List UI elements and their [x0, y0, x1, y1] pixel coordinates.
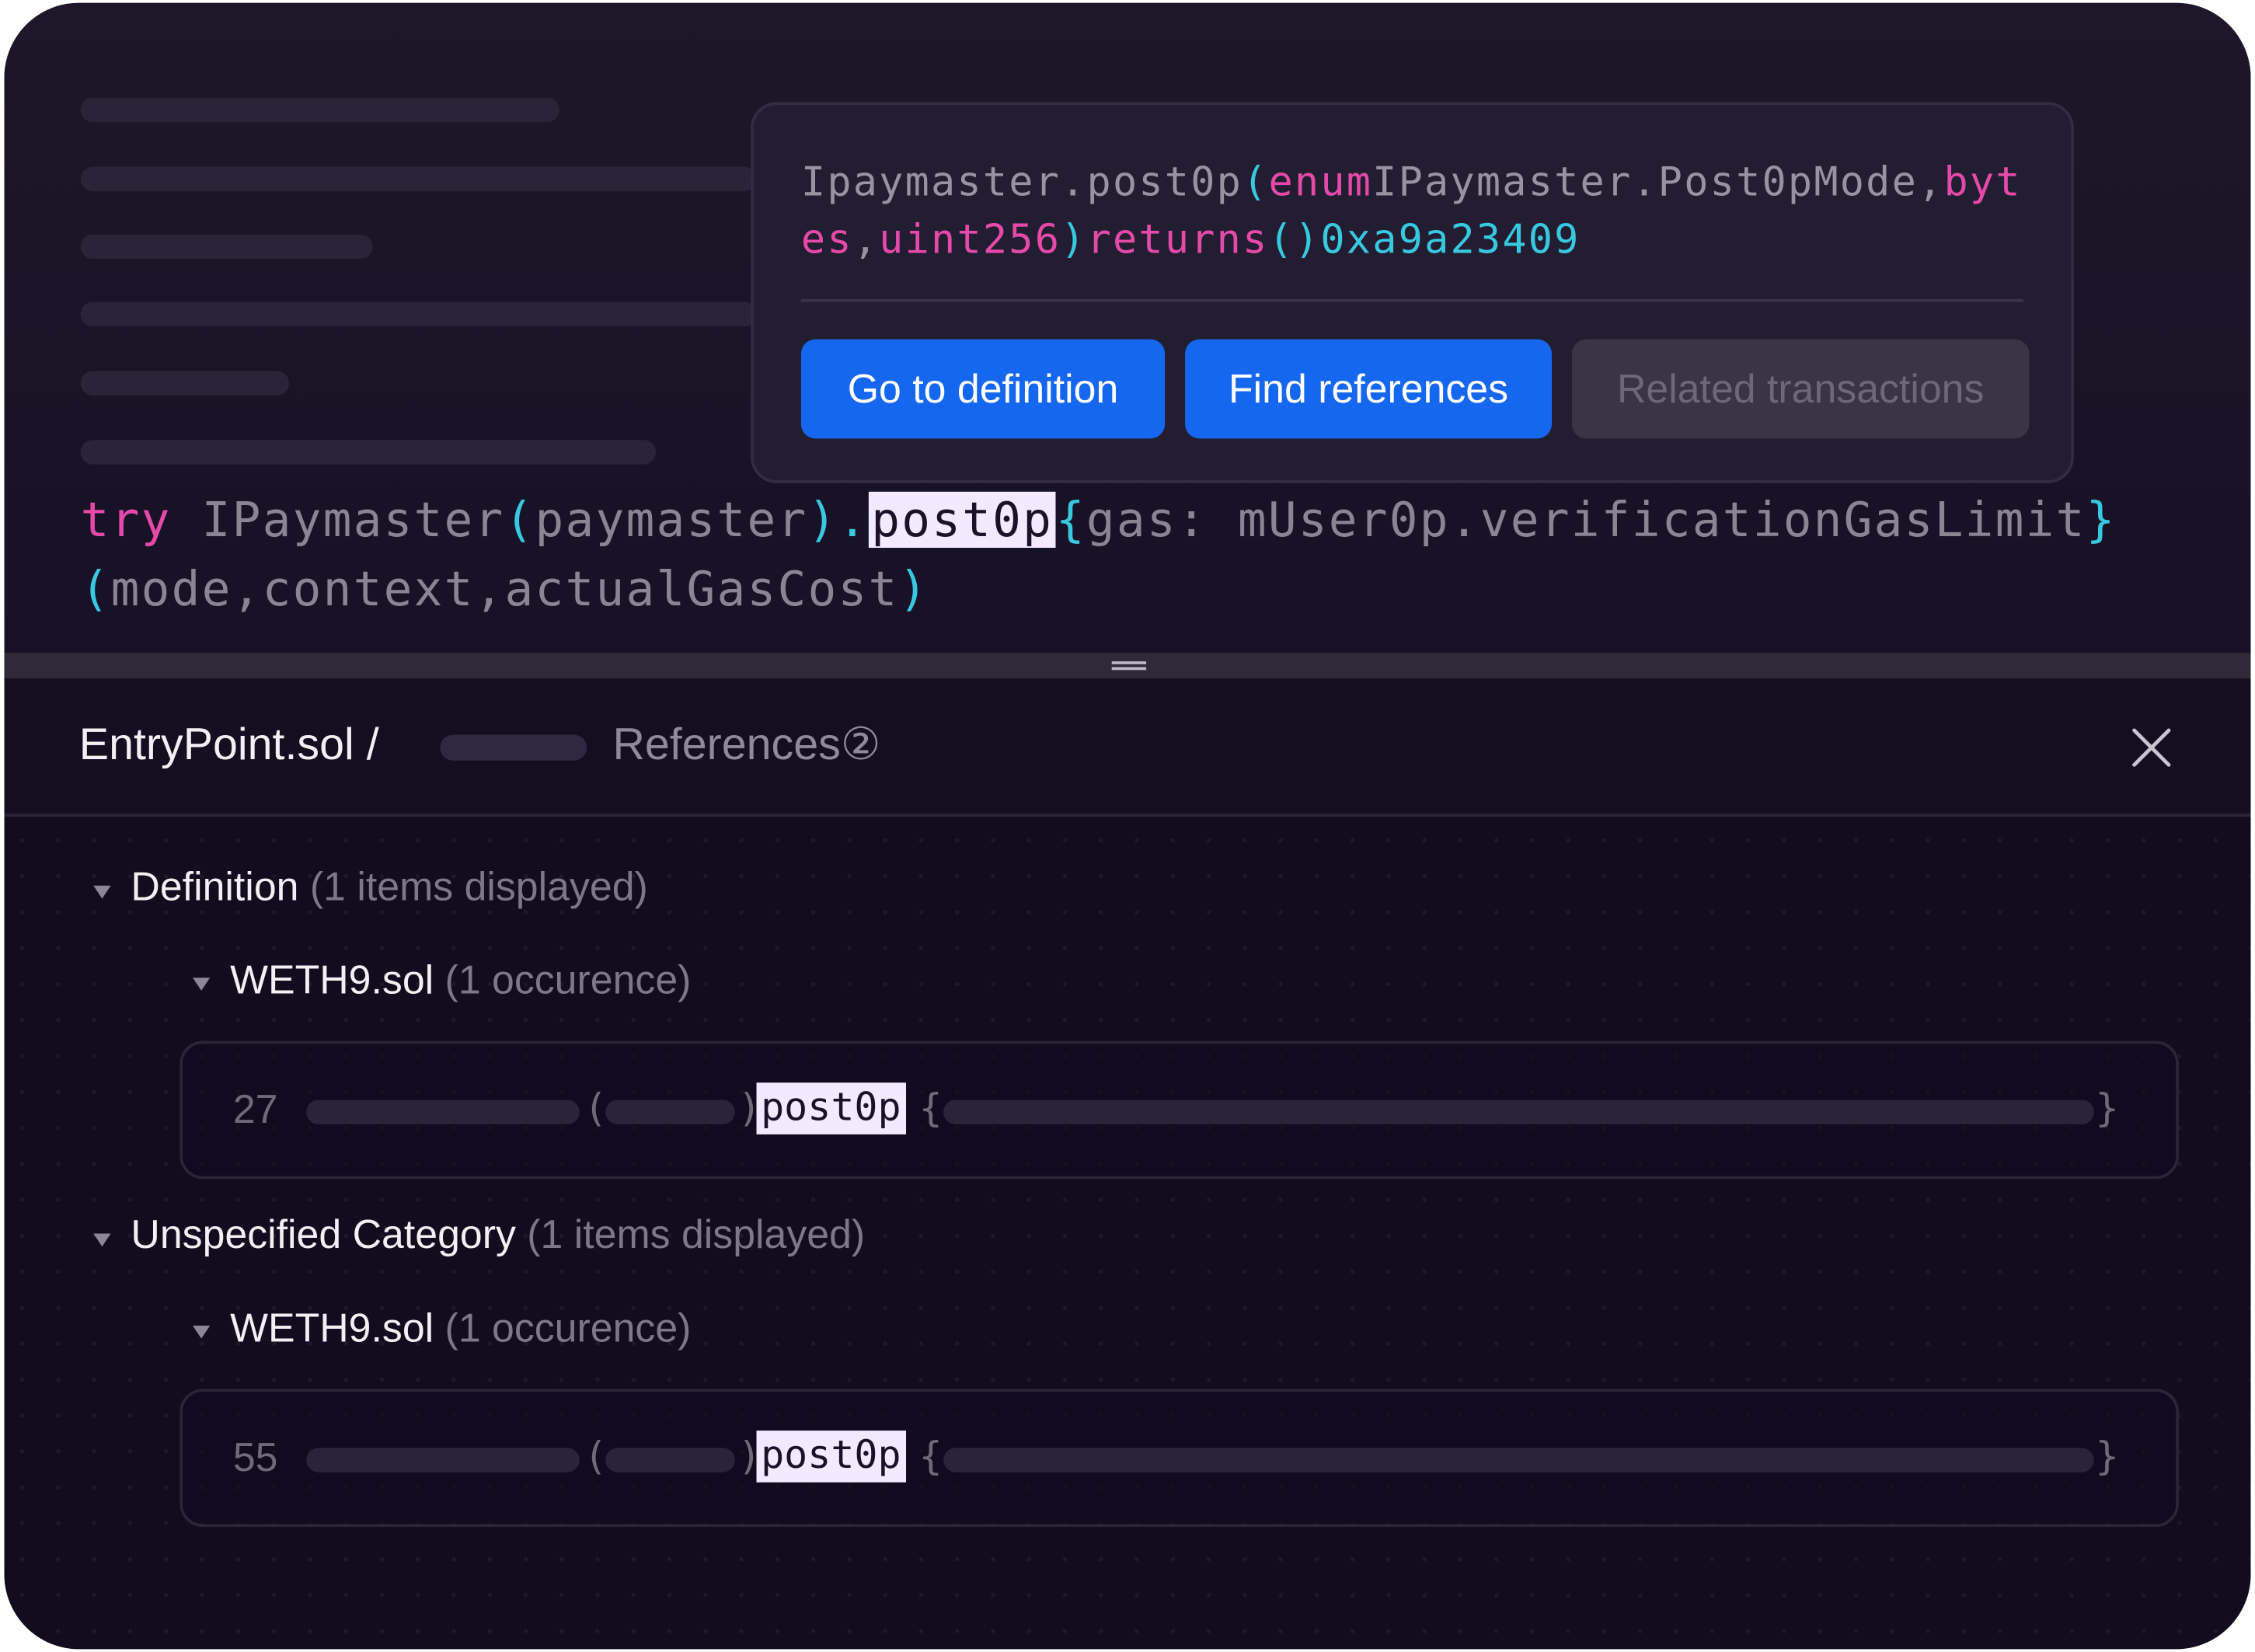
- group-title: Unspecified Category: [131, 1211, 516, 1257]
- group-count: (1 items displayed): [527, 1211, 866, 1257]
- brace: }: [2095, 1434, 2119, 1479]
- file-name: WETH9.sol: [230, 1305, 434, 1351]
- keyword-uint: uint256: [879, 215, 1061, 263]
- breadcrumb-file[interactable]: EntryPoint.sol /: [79, 719, 379, 771]
- placeholder-line: [80, 371, 290, 396]
- code-editor: try IPaymaster(paymaster). post0p {gas: mU…: [4, 2, 2251, 653]
- go-to-definition-button[interactable]: Go to definition: [800, 339, 1166, 439]
- brace: {: [918, 1086, 943, 1132]
- keyword-try: try: [80, 491, 172, 548]
- caret-down-icon[interactable]: [93, 1233, 111, 1247]
- paren: ): [1061, 215, 1087, 263]
- paren: (: [584, 1086, 608, 1132]
- placeholder-line: [80, 301, 757, 327]
- occurrence-count: (1 occurence): [444, 957, 692, 1002]
- caret-down-icon[interactable]: [193, 978, 211, 991]
- panel-header: EntryPoint.sol / References②: [4, 678, 2251, 817]
- find-references-button[interactable]: Find references: [1185, 339, 1553, 439]
- gas-expression: gas: mUser0p.verificationGasLimit: [1086, 491, 2086, 548]
- code-placeholder: [306, 1448, 580, 1473]
- panel-resize-handle[interactable]: [4, 653, 2251, 679]
- brace: {: [1055, 491, 1086, 548]
- close-icon[interactable]: [2127, 723, 2176, 772]
- code-placeholder: [943, 1100, 2094, 1124]
- enum-type: IPaymaster.Post0pMode,: [1372, 158, 1944, 206]
- references-title: References②: [612, 719, 881, 769]
- paren: ): [807, 491, 838, 548]
- keyword-enum: enum: [1268, 158, 1373, 206]
- paren: ): [898, 560, 929, 617]
- code-placeholder: [605, 1448, 735, 1473]
- paren: (: [80, 560, 111, 617]
- reference-result[interactable]: 55 ( ) post0p { }: [179, 1389, 2179, 1528]
- argument: paymaster: [535, 491, 808, 548]
- paren: (: [504, 491, 535, 548]
- line-number: 55: [232, 1434, 278, 1479]
- group-header-unspecified[interactable]: Unspecified Category (1 items displayed): [131, 1212, 865, 1258]
- match-highlight: post0p: [756, 1082, 906, 1134]
- placeholder-line: [80, 234, 373, 260]
- placeholder-line: [80, 97, 559, 123]
- file-header[interactable]: WETH9.sol (1 occurence): [230, 957, 691, 1003]
- brace: }: [2095, 1086, 2119, 1132]
- group-header-definition[interactable]: Definition (1 items displayed): [131, 864, 647, 910]
- references-panel: EntryPoint.sol / References② Definition …: [4, 678, 2251, 1650]
- line-number: 27: [232, 1086, 278, 1132]
- code-placeholder: [306, 1100, 580, 1124]
- caret-down-icon[interactable]: [93, 885, 111, 899]
- match-highlight: post0p: [756, 1431, 906, 1483]
- brace: }: [2086, 491, 2117, 548]
- brace: {: [918, 1434, 943, 1479]
- signature-prefix: Ipaymaster.post0p: [800, 158, 1243, 206]
- file-name: WETH9.sol: [230, 957, 434, 1002]
- paren: (: [1243, 158, 1269, 206]
- selected-symbol[interactable]: post0p: [868, 491, 1056, 548]
- occurrence-count: (1 occurence): [444, 1305, 692, 1351]
- group-count: (1 items displayed): [309, 864, 648, 909]
- arguments: mode,context,actualGasCost: [110, 560, 899, 617]
- file-header[interactable]: WETH9.sol (1 occurence): [230, 1305, 691, 1351]
- keyword-returns: returns: [1086, 215, 1269, 263]
- interface-name: IPaymaster: [171, 491, 505, 548]
- code-line: (mode,context,actualGasCost): [81, 561, 929, 617]
- symbol-popover: Ipaymaster.post0p(enumIPaymaster.Post0pM…: [751, 102, 2074, 483]
- comma: ,: [852, 215, 880, 263]
- placeholder-line: [80, 166, 757, 192]
- breadcrumb-placeholder: [440, 734, 587, 761]
- function-signature: Ipaymaster.post0p(enumIPaymaster.Post0pM…: [801, 154, 2038, 269]
- popover-divider: [800, 298, 2024, 302]
- code-line: try IPaymaster(paymaster). post0p {gas: mU…: [80, 491, 2117, 548]
- paren: (): [1268, 215, 1321, 263]
- placeholder-line: [80, 440, 656, 465]
- related-transactions-button[interactable]: Related transactions: [1571, 339, 2030, 439]
- dot: .: [838, 491, 869, 548]
- group-title: Definition: [131, 864, 299, 909]
- code-placeholder: [605, 1100, 735, 1124]
- function-selector: 0xa9a23409: [1320, 215, 1581, 263]
- reference-result[interactable]: 27 ( ) post0p { }: [179, 1040, 2179, 1180]
- paren: (: [584, 1434, 608, 1479]
- code-placeholder: [943, 1448, 2094, 1473]
- caret-down-icon[interactable]: [193, 1325, 211, 1339]
- app-window: try IPaymaster(paymaster). post0p {gas: mU…: [4, 2, 2251, 1650]
